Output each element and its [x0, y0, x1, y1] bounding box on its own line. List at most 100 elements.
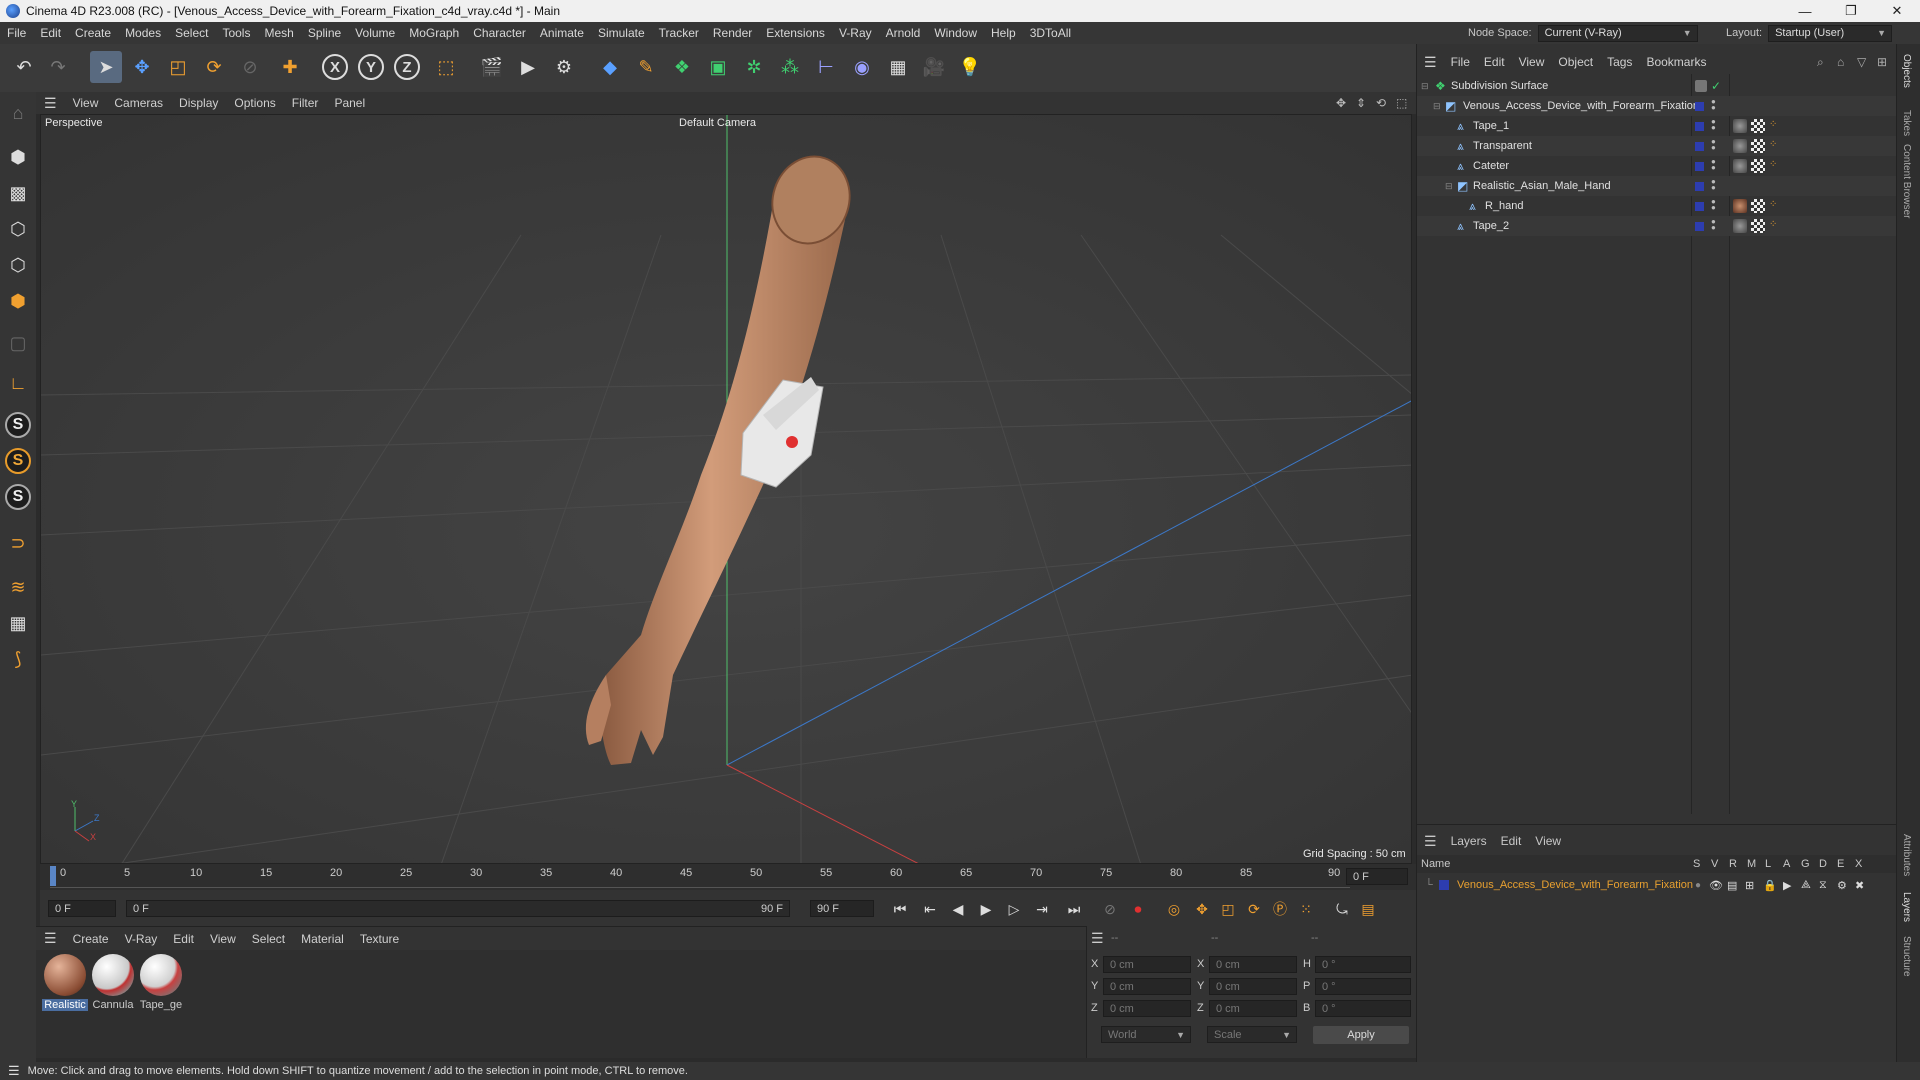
mograph-cloner-icon[interactable]: ⁂	[774, 51, 806, 83]
object-row-venous-access-device[interactable]: ⊟ ◩ Venous_Access_Device_with_Forearm_Fi…	[1417, 96, 1897, 116]
rotate-tool-icon[interactable]: ⟳	[198, 51, 230, 83]
material-menu-edit[interactable]: Edit	[165, 932, 202, 946]
new-window-icon[interactable]: ⊞	[1877, 55, 1887, 69]
tab-objects[interactable]: Objects	[1901, 54, 1912, 88]
menu-mesh[interactable]: Mesh	[257, 26, 300, 40]
object-menu-edit[interactable]: Edit	[1477, 55, 1512, 69]
key-pla-icon[interactable]: ⁙	[1294, 898, 1318, 920]
hamburger-icon[interactable]: ☰	[36, 95, 65, 112]
material-tag-icon[interactable]	[1733, 159, 1747, 173]
layer-flag-locked[interactable]: L	[1765, 858, 1771, 870]
deformer-icon[interactable]: ⊢	[810, 51, 842, 83]
texture-tag-icon[interactable]	[1751, 219, 1765, 233]
visibility-dots[interactable]: ● ●	[1711, 158, 1716, 172]
maximize-button[interactable]: ❐	[1828, 0, 1874, 22]
texture-tag-icon[interactable]	[1751, 139, 1765, 153]
hamburger-icon[interactable]: ☰	[36, 930, 65, 947]
visibility-dots[interactable]: ● ●	[1711, 138, 1716, 152]
menu-edit[interactable]: Edit	[33, 26, 68, 40]
phong-tag-icon[interactable]: ⁘	[1769, 199, 1777, 210]
menu-modes[interactable]: Modes	[118, 26, 168, 40]
snapping-icon[interactable]: S	[5, 412, 31, 438]
recent-tool-icon[interactable]: ⊘	[234, 51, 266, 83]
object-menu-object[interactable]: Object	[1551, 55, 1600, 69]
object-menu-tags[interactable]: Tags	[1600, 55, 1639, 69]
material-swatch-realistic[interactable]: Realistic	[42, 954, 88, 1011]
size-x-field[interactable]: 0 cm	[1209, 956, 1297, 973]
menu-vray[interactable]: V-Ray	[832, 26, 879, 40]
visibility-dots[interactable]: ● ●	[1711, 98, 1716, 112]
grid-icon[interactable]: ≋	[3, 572, 33, 602]
layer-menu-edit[interactable]: Edit	[1494, 834, 1529, 848]
collapse-icon[interactable]: ⊟	[1433, 101, 1441, 112]
redo-icon[interactable]: ↷	[42, 51, 74, 83]
previous-key-icon[interactable]: ⇤	[918, 898, 942, 920]
menu-mograph[interactable]: MoGraph	[402, 26, 466, 40]
record-keys-icon[interactable]: ⊘	[1098, 898, 1122, 920]
enable-axis-icon[interactable]: ▢	[3, 328, 33, 358]
menu-tracker[interactable]: Tracker	[652, 26, 706, 40]
menu-create[interactable]: Create	[68, 26, 118, 40]
material-tag-icon[interactable]	[1733, 219, 1747, 233]
texture-mode-icon[interactable]: ▩	[3, 178, 33, 208]
apply-button[interactable]: Apply	[1313, 1026, 1409, 1044]
menu-help[interactable]: Help	[984, 26, 1023, 40]
timeline-ruler[interactable]: 0 5 10 15 20 25 30 35 40 45 50 55 60 65 …	[40, 864, 1416, 890]
key-rotation-icon[interactable]: ⟳	[1242, 898, 1266, 920]
grid-snap-icon[interactable]: ▦	[3, 608, 33, 638]
expression-icon[interactable]: ⚙	[1837, 879, 1847, 892]
animation-icon[interactable]: ▶	[1783, 879, 1791, 892]
x-axis-lock-button[interactable]: X	[322, 54, 348, 80]
subdivision-surface-icon[interactable]: ❖	[666, 51, 698, 83]
tab-layers[interactable]: Layers	[1901, 892, 1912, 922]
visibility-dots[interactable]: ● ●	[1711, 178, 1716, 192]
object-menu-bookmarks[interactable]: Bookmarks	[1639, 55, 1713, 69]
menu-spline[interactable]: Spline	[301, 26, 348, 40]
object-row-r-hand[interactable]: ⩓ R_hand ● ● ⁘	[1417, 196, 1897, 216]
visibility-checkbox[interactable]	[1695, 80, 1707, 92]
object-row-realistic-asian-male-hand[interactable]: ⊟ ◩ Realistic_Asian_Male_Hand ● ●	[1417, 176, 1897, 196]
xref-icon[interactable]: ✖	[1855, 879, 1864, 892]
manager-icon[interactable]: ⊞	[1745, 879, 1754, 892]
timeline-playhead[interactable]	[50, 866, 56, 886]
collapse-icon[interactable]: ⊟	[1421, 81, 1429, 92]
viewport-menu-view[interactable]: View	[65, 96, 107, 110]
phong-tag-icon[interactable]: ⁘	[1769, 159, 1777, 170]
viewport-menu-filter[interactable]: Filter	[284, 96, 327, 110]
menu-volume[interactable]: Volume	[348, 26, 402, 40]
texture-tag-icon[interactable]	[1751, 199, 1765, 213]
frame-range-slider[interactable]: 0 F 90 F	[126, 900, 790, 917]
maximize-view-icon[interactable]: ⬚	[1396, 96, 1407, 110]
search-icon[interactable]: ⌕	[1817, 55, 1824, 70]
hamburger-icon[interactable]: ☰	[0, 1063, 28, 1079]
menu-simulate[interactable]: Simulate	[591, 26, 652, 40]
snap-settings-icon[interactable]: S	[5, 448, 31, 474]
snap-mode-icon[interactable]: S	[5, 484, 31, 510]
camera-icon[interactable]: 🎥	[918, 51, 950, 83]
tab-attributes[interactable]: Attributes	[1901, 834, 1912, 876]
viewport-menu-cameras[interactable]: Cameras	[106, 96, 171, 110]
next-key-icon[interactable]: ⇥	[1030, 898, 1054, 920]
material-menu-select[interactable]: Select	[244, 932, 293, 946]
pos-y-field[interactable]: 0 cm	[1103, 978, 1191, 995]
object-menu-view[interactable]: View	[1512, 55, 1552, 69]
key-position-icon[interactable]: ✥	[1190, 898, 1214, 920]
viewport-menu-options[interactable]: Options	[226, 96, 283, 110]
node-space-dropdown[interactable]: Current (V-Ray) ▼	[1537, 24, 1698, 42]
material-menu-texture[interactable]: Texture	[352, 932, 407, 946]
material-menu-material[interactable]: Material	[293, 932, 352, 946]
material-tag-icon[interactable]	[1733, 119, 1747, 133]
hamburger-icon[interactable]: ☰	[1091, 930, 1104, 947]
key-parameter-icon[interactable]: Ⓟ	[1268, 898, 1292, 920]
layer-flag-expressions[interactable]: E	[1837, 858, 1844, 870]
phong-tag-icon[interactable]: ⁘	[1769, 139, 1777, 150]
menu-select[interactable]: Select	[168, 26, 215, 40]
render-view-icon[interactable]: 🎬	[476, 51, 508, 83]
cloner-icon[interactable]: ✲	[738, 51, 770, 83]
menu-extensions[interactable]: Extensions	[759, 26, 832, 40]
tab-content-browser[interactable]: Content Browser	[1901, 144, 1912, 218]
cube-primitive-icon[interactable]: ◆	[594, 51, 626, 83]
minimize-button[interactable]: —	[1782, 0, 1828, 22]
orbit-icon[interactable]: ⟲	[1376, 96, 1386, 110]
render-icon[interactable]: ▤	[1727, 879, 1737, 892]
